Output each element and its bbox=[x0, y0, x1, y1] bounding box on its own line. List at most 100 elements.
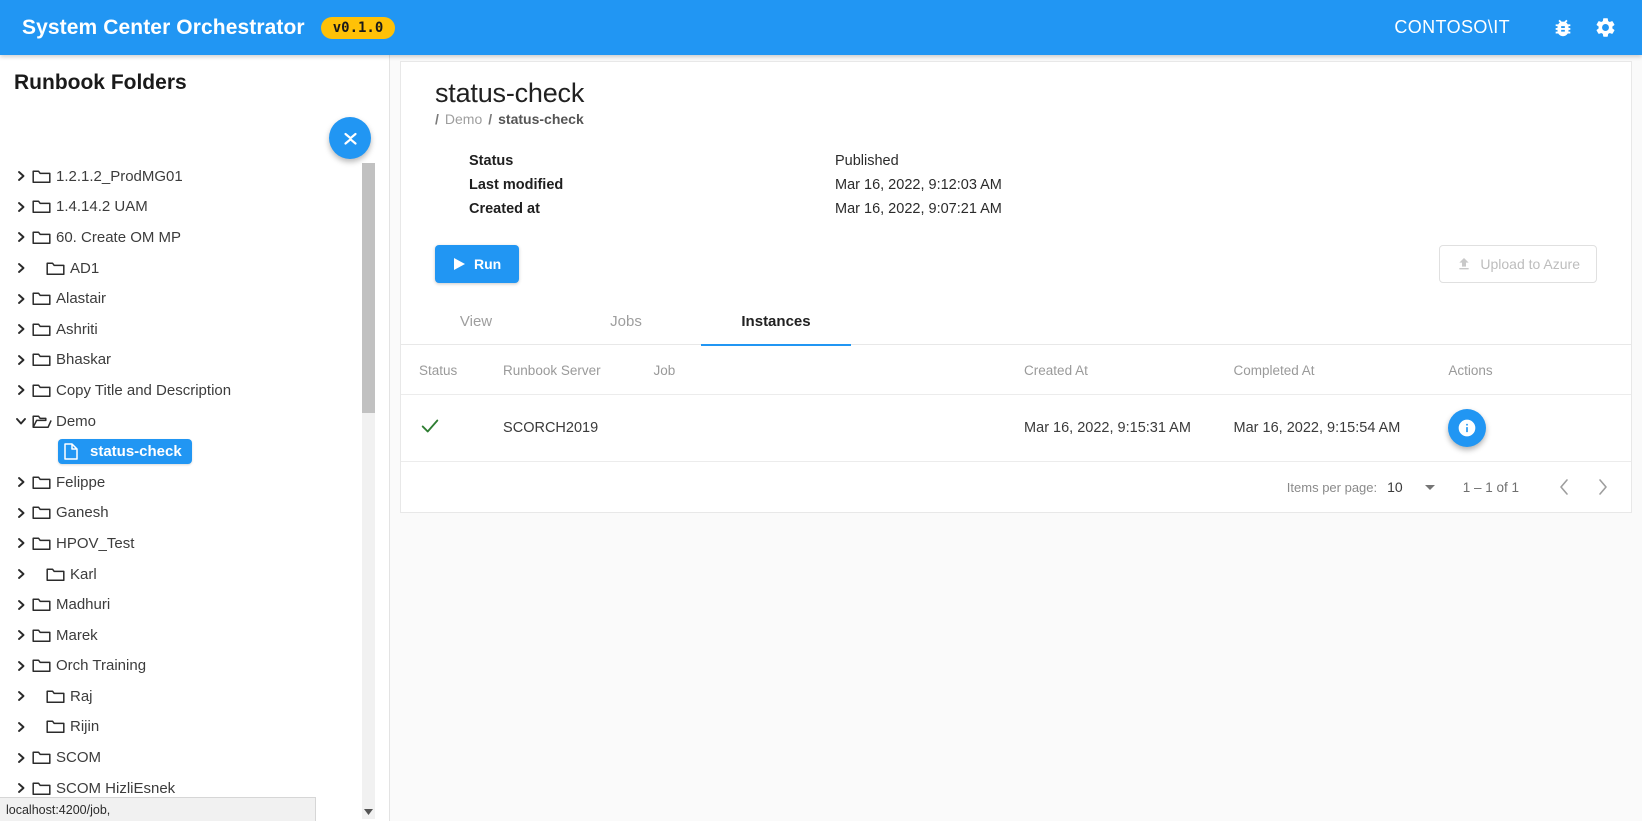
folder-icon bbox=[32, 198, 52, 215]
sidebar-folder-scom[interactable]: SCOM bbox=[0, 742, 389, 773]
next-page-button[interactable] bbox=[1583, 468, 1621, 506]
sidebar-folder-bhaskar[interactable]: Bhaskar bbox=[0, 345, 389, 376]
sidebar-runbook-status-check[interactable]: status-check bbox=[58, 436, 389, 467]
sidebar: Runbook Folders 1.2.1.2_ProdMG011.4.14.2… bbox=[0, 55, 390, 821]
sidebar-folder-60-create-om-mp[interactable]: 60. Create OM MP bbox=[0, 222, 389, 253]
sidebar-folder-rijin[interactable]: Rijin bbox=[0, 712, 389, 743]
items-per-page-select[interactable]: 10 bbox=[1387, 479, 1435, 495]
version-badge: v0.1.0 bbox=[321, 17, 396, 39]
sidebar-folder-madhuri[interactable]: Madhuri bbox=[0, 589, 389, 620]
user-account-label: CONTOSO\IT bbox=[1394, 17, 1510, 38]
sidebar-scrollbar[interactable] bbox=[362, 163, 375, 819]
instances-table: Status Runbook Server Job Created At Com… bbox=[401, 345, 1631, 462]
table-header-row: Status Runbook Server Job Created At Com… bbox=[401, 345, 1631, 395]
sidebar-folder-label: 1.2.1.2_ProdMG01 bbox=[56, 168, 183, 185]
sidebar-folder-1-2-1-2-prodmg01[interactable]: 1.2.1.2_ProdMG01 bbox=[0, 161, 389, 192]
sidebar-folder-felippe[interactable]: Felippe bbox=[0, 467, 389, 498]
breadcrumb-current: status-check bbox=[498, 111, 584, 127]
folder-icon bbox=[32, 749, 52, 766]
sidebar-folder-copy-title-and-description[interactable]: Copy Title and Description bbox=[0, 375, 389, 406]
run-button[interactable]: Run bbox=[435, 245, 519, 283]
info-icon[interactable] bbox=[1448, 409, 1486, 447]
folder-icon bbox=[32, 596, 52, 613]
chevron-right-icon[interactable] bbox=[10, 629, 32, 641]
chevron-right-icon[interactable] bbox=[10, 752, 32, 764]
sidebar-folder-ad1[interactable]: AD1 bbox=[0, 253, 389, 284]
expand-collapse-icon[interactable] bbox=[329, 117, 371, 159]
sidebar-folder-karl[interactable]: Karl bbox=[0, 559, 389, 590]
browser-status-bar: localhost:4200/job, bbox=[0, 797, 316, 821]
chevron-right-icon[interactable] bbox=[10, 476, 32, 488]
chevron-right-icon[interactable] bbox=[10, 231, 32, 243]
metadata-row-created-at: Created at Mar 16, 2022, 9:07:21 AM bbox=[435, 197, 1597, 221]
tab-instances[interactable]: Instances bbox=[701, 297, 851, 345]
chevron-right-icon[interactable] bbox=[10, 782, 32, 794]
sidebar-folder-orch-training[interactable]: Orch Training bbox=[0, 651, 389, 682]
cell-runbook-server: SCORCH2019 bbox=[503, 395, 653, 462]
sidebar-folder-label: 60. Create OM MP bbox=[56, 229, 181, 246]
sidebar-folder-ganesh[interactable]: Ganesh bbox=[0, 498, 389, 529]
sidebar-folder-label: Marek bbox=[56, 627, 98, 644]
tab-bar: View Jobs Instances bbox=[401, 297, 1631, 345]
instances-table-head: Status Runbook Server Job Created At Com… bbox=[401, 345, 1631, 395]
chevron-right-icon[interactable] bbox=[10, 568, 32, 580]
tab-jobs[interactable]: Jobs bbox=[551, 297, 701, 345]
folder-icon bbox=[46, 260, 66, 277]
chevron-right-icon[interactable] bbox=[10, 323, 32, 335]
sidebar-folder-label: SCOM HizliEsnek bbox=[56, 780, 175, 797]
cell-actions bbox=[1448, 395, 1631, 462]
previous-page-button[interactable] bbox=[1545, 468, 1583, 506]
sidebar-folder-demo[interactable]: Demo bbox=[0, 406, 389, 437]
app-bar: System Center Orchestrator v0.1.0 CONTOS… bbox=[0, 0, 1642, 55]
chevron-right-icon[interactable] bbox=[10, 660, 32, 672]
sidebar-folder-label: Bhaskar bbox=[56, 351, 111, 368]
sidebar-folder-hpov-test[interactable]: HPOV_Test bbox=[0, 528, 389, 559]
sidebar-folder-label: Madhuri bbox=[56, 596, 110, 613]
chevron-right-icon[interactable] bbox=[10, 170, 32, 182]
chevron-right-icon[interactable] bbox=[10, 384, 32, 396]
folder-icon bbox=[32, 168, 52, 185]
upload-to-azure-button[interactable]: Upload to Azure bbox=[1439, 245, 1597, 283]
sidebar-folder-label: Felippe bbox=[56, 474, 105, 491]
folder-open-icon bbox=[32, 413, 52, 430]
sidebar-folder-raj[interactable]: Raj bbox=[0, 681, 389, 712]
chevron-right-icon[interactable] bbox=[10, 354, 32, 366]
sidebar-folder-label: Rijin bbox=[70, 718, 99, 735]
column-header-created-at: Created At bbox=[1024, 345, 1233, 395]
folder-icon bbox=[32, 627, 52, 644]
chevron-down-icon[interactable] bbox=[10, 415, 32, 427]
metadata-value: Published bbox=[835, 149, 1597, 173]
sidebar-folder-label: HPOV_Test bbox=[56, 535, 134, 552]
metadata-value: Mar 16, 2022, 9:12:03 AM bbox=[835, 173, 1597, 197]
scroll-down-arrow-icon[interactable] bbox=[362, 806, 375, 819]
tab-view[interactable]: View bbox=[401, 297, 551, 345]
gear-icon[interactable] bbox=[1590, 13, 1620, 43]
sidebar-folder-label: Orch Training bbox=[56, 657, 146, 674]
main-content: status-check / Demo / status-check Statu… bbox=[390, 55, 1642, 821]
chevron-down-icon bbox=[1425, 485, 1435, 490]
chevron-right-icon[interactable] bbox=[10, 201, 32, 213]
chevron-right-icon[interactable] bbox=[10, 507, 32, 519]
sidebar-folder-marek[interactable]: Marek bbox=[0, 620, 389, 651]
page-title: status-check bbox=[435, 78, 1597, 109]
folder-icon bbox=[32, 657, 52, 674]
sidebar-scrollbar-thumb[interactable] bbox=[362, 163, 375, 413]
file-icon bbox=[64, 443, 84, 460]
chevron-right-icon[interactable] bbox=[10, 599, 32, 611]
folder-icon bbox=[32, 474, 52, 491]
bug-icon[interactable] bbox=[1548, 13, 1578, 43]
sidebar-folder-ashriti[interactable]: Ashriti bbox=[0, 314, 389, 345]
chevron-right-icon[interactable] bbox=[10, 721, 32, 733]
sidebar-folder-alastair[interactable]: Alastair bbox=[0, 283, 389, 314]
chevron-right-icon[interactable] bbox=[10, 262, 32, 274]
sidebar-runbook-chip[interactable]: status-check bbox=[58, 439, 192, 464]
tabs-card: View Jobs Instances Status Runbook Serve… bbox=[400, 297, 1632, 513]
chevron-right-icon[interactable] bbox=[10, 293, 32, 305]
chevron-right-icon[interactable] bbox=[10, 537, 32, 549]
chevron-right-icon[interactable] bbox=[10, 690, 32, 702]
metadata-key: Status bbox=[435, 149, 835, 173]
sidebar-runbook-label: status-check bbox=[90, 443, 182, 460]
table-row[interactable]: SCORCH2019 Mar 16, 2022, 9:15:31 AM Mar … bbox=[401, 395, 1631, 462]
breadcrumb-folder-link[interactable]: Demo bbox=[445, 111, 482, 127]
sidebar-folder-1-4-14-2-uam[interactable]: 1.4.14.2 UAM bbox=[0, 192, 389, 223]
